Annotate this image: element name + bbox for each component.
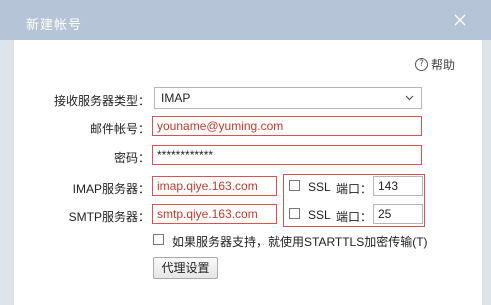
password-input[interactable]: ************ <box>152 145 422 165</box>
starttls-label: 如果服务器支持，就使用STARTTLS加密传输(T) <box>172 235 428 249</box>
smtp-port-input[interactable]: 25 <box>373 204 423 224</box>
smtp-ssl-label: SSL <box>308 208 331 222</box>
proxy-settings-button[interactable]: 代理设置 <box>153 257 218 279</box>
title-bar: 新建帐号 <box>0 0 491 40</box>
help-icon: ? <box>415 57 428 71</box>
close-icon[interactable] <box>452 12 468 28</box>
starttls-checkbox[interactable] <box>153 234 164 245</box>
imap-ssl-checkbox[interactable] <box>289 180 300 191</box>
protocol-select[interactable]: IMAP <box>154 87 422 109</box>
imap-server-input[interactable]: imap.qiye.163.com <box>152 176 277 196</box>
smtp-server-input[interactable]: smtp.qiye.163.com <box>152 204 277 224</box>
smtp-ssl-checkbox[interactable] <box>289 208 300 219</box>
imap-ssl-label: SSL <box>308 180 331 194</box>
password-label: 密码： <box>113 151 150 165</box>
account-input[interactable]: youname@yuming.com <box>152 116 422 136</box>
window-title: 新建帐号 <box>26 17 83 32</box>
dialog-body <box>14 40 482 305</box>
chevron-down-icon <box>405 95 414 101</box>
imap-port-label: 端口： <box>336 182 373 196</box>
account-label: 邮件帐号： <box>89 122 150 136</box>
smtp-server-label: SMTP服务器： <box>68 210 150 224</box>
help-link[interactable]: ? 帮助 <box>415 56 455 72</box>
imap-server-label: IMAP服务器： <box>72 182 150 196</box>
help-label: 帮助 <box>431 57 456 72</box>
protocol-value: IMAP <box>161 91 191 105</box>
imap-port-input[interactable]: 143 <box>373 176 423 196</box>
protocol-label: 接收服务器类型： <box>53 94 150 108</box>
smtp-port-label: 端口： <box>336 210 373 224</box>
